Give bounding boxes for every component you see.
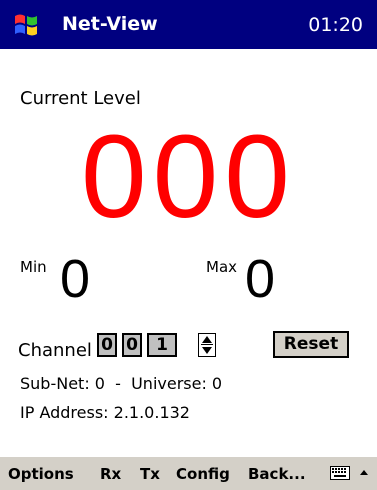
max-value: 0 (245, 249, 276, 309)
current-level-label: Current Level (20, 88, 141, 109)
title-bar: Net-View 01:20 (0, 0, 377, 49)
menu-config[interactable]: Config (176, 465, 230, 483)
windows-flag-icon[interactable] (12, 10, 40, 38)
min-label: Min (20, 258, 47, 276)
reset-button[interactable]: Reset (273, 331, 349, 358)
menu-rx[interactable]: Rx (100, 465, 121, 483)
clock[interactable]: 01:20 (308, 13, 363, 37)
min-value: 0 (60, 249, 91, 309)
subnet-universe-text: Sub-Net: 0 - Universe: 0 (20, 374, 223, 393)
menu-bar: Options Rx Tx Config Back... (0, 456, 377, 490)
channel-digit-2[interactable]: 0 (122, 333, 142, 357)
ip-address-text: IP Address: 2.1.0.132 (20, 403, 190, 422)
channel-digit-3[interactable]: 1 (147, 333, 177, 357)
keyboard-icon[interactable] (330, 465, 350, 481)
menu-options[interactable]: Options (8, 465, 74, 483)
current-level-value: 000 (81, 111, 296, 243)
channel-label: Channel (18, 340, 92, 361)
app-title: Net-View (62, 13, 158, 35)
channel-digit-1[interactable]: 0 (97, 333, 117, 357)
spin-down-icon[interactable] (199, 345, 215, 356)
max-label: Max (206, 258, 238, 276)
menu-back[interactable]: Back... (248, 465, 306, 483)
channel-spinner[interactable] (198, 333, 216, 357)
menu-tx[interactable]: Tx (140, 465, 160, 483)
up-arrow-icon[interactable] (358, 466, 370, 480)
